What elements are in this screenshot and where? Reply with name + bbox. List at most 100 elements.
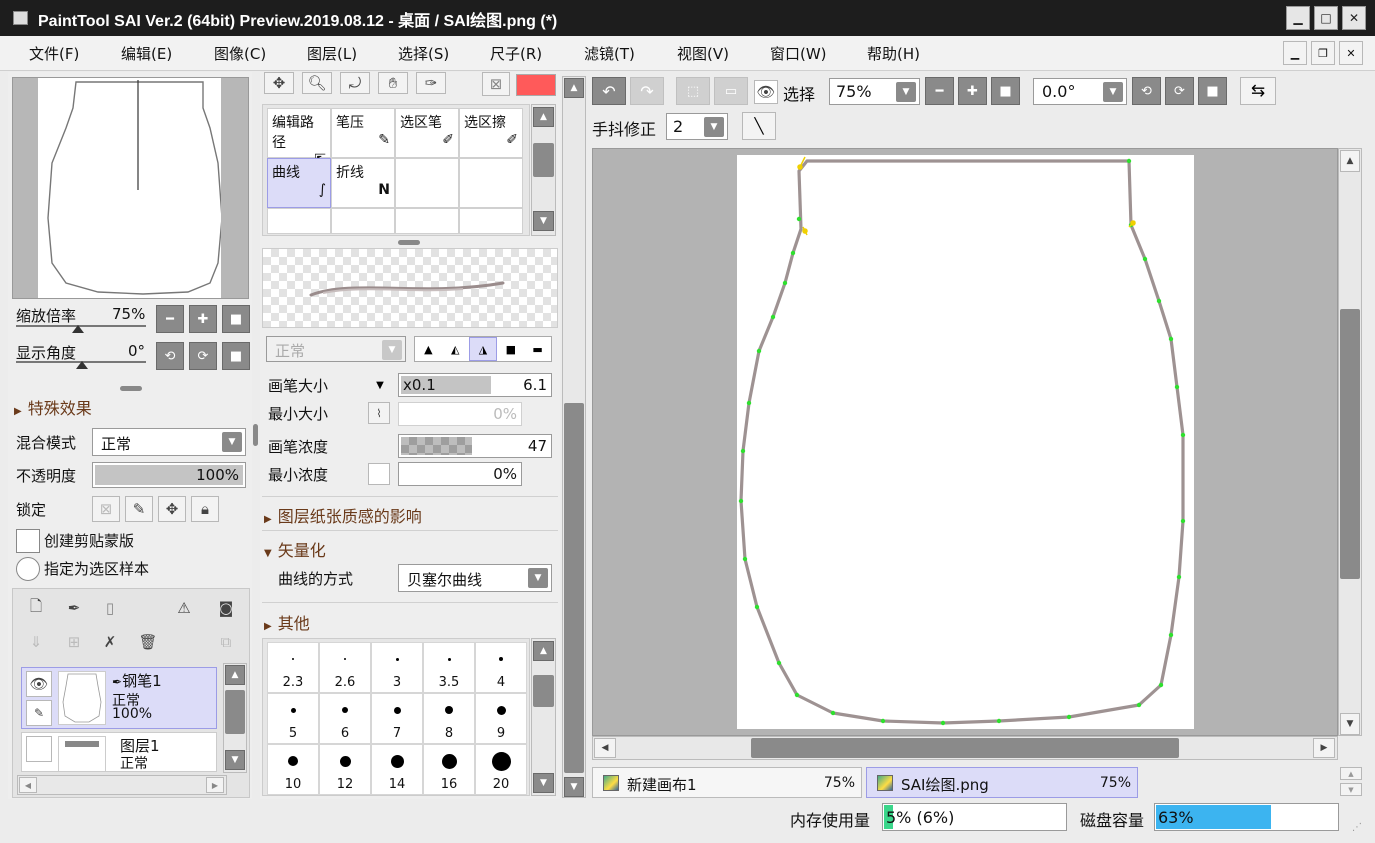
stabilizer-select[interactable]: 2 ▼ xyxy=(666,113,728,140)
curve-mode-select[interactable]: 贝塞尔曲线 ▼ xyxy=(398,564,552,592)
other-section-toggle[interactable]: ▶ 其他 xyxy=(264,610,310,634)
canvas-rotate-right-button[interactable]: ⟳ xyxy=(1165,77,1194,105)
canvas-angle-select[interactable]: 0.0° ▼ xyxy=(1033,78,1127,105)
size-multiplier-dropdown-icon[interactable]: ▼ xyxy=(372,376,388,394)
brush-size-preset[interactable]: 8 xyxy=(423,693,475,744)
line-tool-icon[interactable]: ╲ xyxy=(742,112,776,140)
duplicate-layer-icon[interactable]: ⧉ xyxy=(215,631,237,653)
doc-minimize-button[interactable]: ▁ xyxy=(1283,41,1307,65)
canvas-zoom-out-button[interactable]: ━ xyxy=(925,77,954,105)
panel-splitter[interactable] xyxy=(120,386,142,391)
canvas-rotate-left-button[interactable]: ⟲ xyxy=(1132,77,1161,105)
brush-shape-flat-icon[interactable]: ■ xyxy=(497,337,524,361)
zoom-out-button[interactable]: ━ xyxy=(156,305,184,333)
min-density-slider[interactable]: 0% xyxy=(398,462,522,486)
brush-size-scroll-thumb[interactable] xyxy=(533,675,554,707)
deselect-button[interactable]: ⬚ xyxy=(676,77,710,105)
brush-shape-soft-icon[interactable]: ◮ xyxy=(468,337,498,361)
tool-grid-scrollbar[interactable]: ▲ ▼ xyxy=(531,104,556,236)
lock-paint-icon[interactable]: ✎ xyxy=(125,496,153,522)
canvas-hscroll-thumb[interactable] xyxy=(751,738,1179,758)
left-panel-splitter[interactable] xyxy=(253,424,258,446)
brush-size-preset[interactable]: 2.3 xyxy=(267,642,319,693)
doc-restore-button[interactable]: ❐ xyxy=(1311,41,1335,65)
layer-effect-icon[interactable]: ⚠ xyxy=(173,597,195,619)
canvas-hscrollbar[interactable]: ◀ ▶ xyxy=(592,736,1338,760)
layer-visibility-eye-icon[interactable]: 👁︎ xyxy=(26,671,52,697)
scroll-up-icon[interactable]: ▲ xyxy=(1340,150,1360,172)
rotate-left-button[interactable]: ⟲ xyxy=(156,342,184,370)
invert-selection-button[interactable]: ▭ xyxy=(714,77,748,105)
tool-selection-pen[interactable]: 选区笔 ✐ xyxy=(395,108,459,158)
canvas-vscrollbar[interactable]: ▲ ▼ xyxy=(1338,148,1362,736)
scroll-left-icon[interactable]: ◀ xyxy=(19,777,37,793)
new-pen-layer-icon[interactable]: ✒ xyxy=(63,597,85,619)
new-folder-icon[interactable]: ▯ xyxy=(99,597,121,619)
zoom-slider-handle[interactable] xyxy=(72,325,84,333)
new-layer-icon[interactable]: 🗋︎ xyxy=(25,597,47,619)
scroll-up-icon[interactable]: ▲ xyxy=(225,665,245,685)
menu-file[interactable]: 文件(F) xyxy=(29,43,79,64)
brush-shape-round-icon[interactable]: ◭ xyxy=(442,337,469,361)
merge-down-icon[interactable]: ⇓ xyxy=(25,631,47,653)
tool-polyline[interactable]: 折线 N xyxy=(331,158,395,208)
paper-texture-section-toggle[interactable]: ▶ 图层纸张质感的影响 xyxy=(264,503,422,527)
menu-image[interactable]: 图像(C) xyxy=(214,43,266,64)
menu-view[interactable]: 视图(V) xyxy=(677,43,729,64)
menu-filter[interactable]: 滤镜(T) xyxy=(584,43,635,64)
redo-button[interactable]: ↷ xyxy=(630,77,664,105)
brush-size-preset[interactable]: 6 xyxy=(319,693,371,744)
scroll-left-icon[interactable]: ◀ xyxy=(594,738,616,758)
min-density-pressure-toggle[interactable] xyxy=(368,463,390,485)
clip-mask-checkbox[interactable] xyxy=(16,529,40,553)
layer-list-hscrollbar[interactable]: ◀ ▶ xyxy=(17,775,227,795)
hand-tool-icon[interactable]: ✋︎ xyxy=(378,72,408,94)
layer-row[interactable]: 👁︎ ✎ ✒钢笔1 正常 100% xyxy=(21,667,217,729)
rotate-tool-icon[interactable]: ⤾ xyxy=(340,72,370,94)
tool-edit-path[interactable]: 编辑路径⇱ xyxy=(267,108,331,168)
brush-size-preset[interactable]: 5 xyxy=(267,693,319,744)
layer-row[interactable]: 图层1 正常 xyxy=(21,732,217,772)
lock-all-icon[interactable]: 🔒︎ xyxy=(191,496,219,522)
show-selection-eye-icon[interactable]: 👁︎ xyxy=(754,80,778,104)
scroll-right-icon[interactable]: ▶ xyxy=(206,777,224,793)
scroll-up-icon[interactable]: ▲ xyxy=(533,641,554,661)
tabs-scroll-down-icon[interactable]: ▼ xyxy=(1340,783,1362,796)
rotate-right-button[interactable]: ⟳ xyxy=(189,342,217,370)
brush-size-preset[interactable]: 10 xyxy=(267,744,319,795)
brush-size-preset[interactable]: 2.6 xyxy=(319,642,371,693)
layer-visibility-toggle[interactable] xyxy=(26,736,52,762)
menu-edit[interactable]: 编辑(E) xyxy=(121,43,172,64)
brush-size-preset[interactable]: 9 xyxy=(475,693,527,744)
canvas-zoom-reset-button[interactable]: ■ xyxy=(991,77,1020,105)
tool-selection-eraser[interactable]: 选区擦 ✐ xyxy=(459,108,523,158)
menu-layer[interactable]: 图层(L) xyxy=(307,43,357,64)
brush-size-preset[interactable]: 16 xyxy=(423,744,475,795)
minimize-button[interactable]: ▁ xyxy=(1286,6,1310,30)
brush-shape-sharp-icon[interactable]: ▲ xyxy=(415,337,442,361)
scroll-down-icon[interactable]: ▼ xyxy=(225,750,245,770)
delete-layer-icon[interactable]: 🗑︎ xyxy=(137,631,159,653)
scroll-down-icon[interactable]: ▼ xyxy=(533,211,554,231)
blend-mode-select[interactable]: 正常 ▼ xyxy=(92,428,246,456)
brush-size-scrollbar[interactable]: ▲ ▼ xyxy=(531,638,556,796)
primary-color-swatch[interactable] xyxy=(516,74,556,96)
scroll-down-icon[interactable]: ▼ xyxy=(533,773,554,793)
zoom-in-button[interactable]: ✚ xyxy=(189,305,217,333)
selection-sample-checkbox[interactable] xyxy=(16,557,40,581)
flip-horizontal-icon[interactable]: ⇆ xyxy=(1240,77,1276,105)
resize-grip-icon[interactable]: ⋰ xyxy=(1352,822,1366,836)
canvas-rotate-reset-button[interactable]: ■ xyxy=(1198,77,1227,105)
tool-curve[interactable]: 曲线 ∫ xyxy=(267,158,331,208)
scroll-up-icon[interactable]: ▲ xyxy=(533,107,554,127)
vector-path-drawing[interactable] xyxy=(593,149,1339,737)
brush-size-preset[interactable]: 7 xyxy=(371,693,423,744)
zoom-reset-button[interactable]: ■ xyxy=(222,305,250,333)
maximize-button[interactable]: □ xyxy=(1314,6,1338,30)
brush-size-slider[interactable]: x0.1 6.1 xyxy=(398,373,552,397)
scroll-up-icon[interactable]: ▲ xyxy=(564,78,584,98)
lock-move-icon[interactable]: ✥ xyxy=(158,496,186,522)
swap-colors-icon[interactable]: ⊠ xyxy=(482,72,510,96)
scroll-right-icon[interactable]: ▶ xyxy=(1313,738,1335,758)
effects-section-toggle[interactable]: ▶ 特殊效果 xyxy=(14,395,92,419)
